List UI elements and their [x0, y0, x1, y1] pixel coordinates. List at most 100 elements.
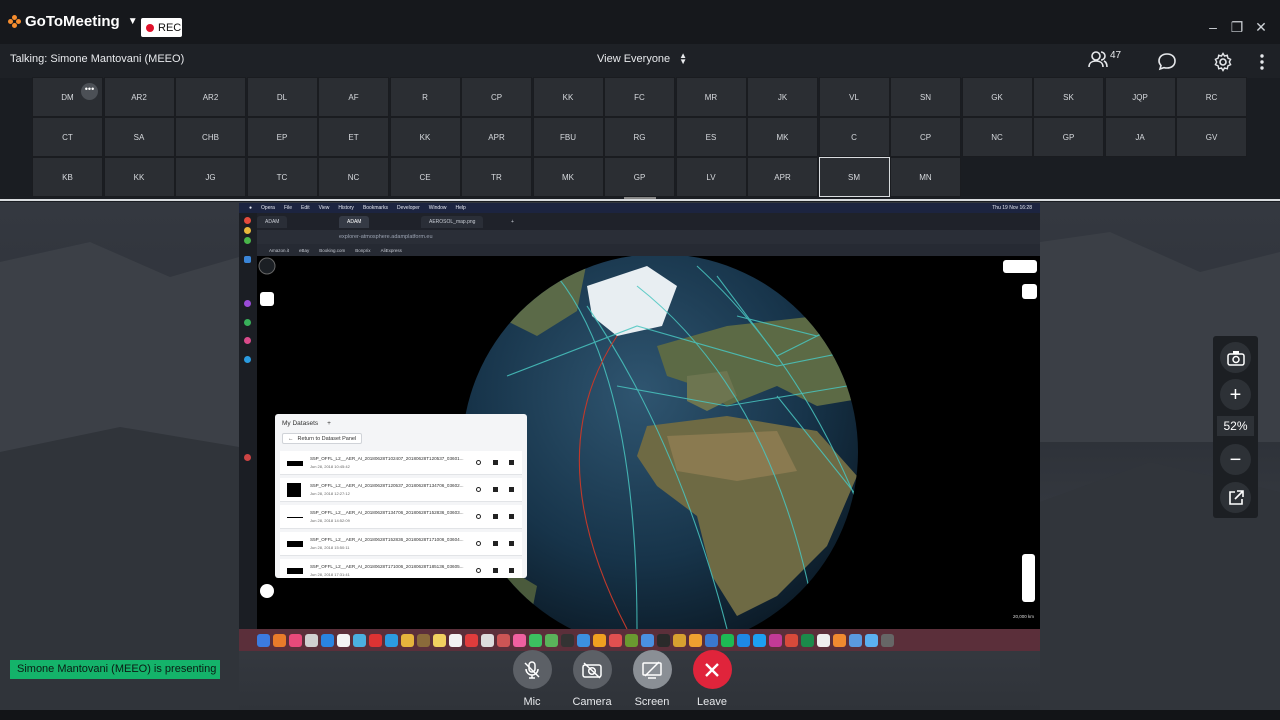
layers-button[interactable] — [260, 292, 274, 306]
attendee-tile[interactable]: DM ••• — [32, 77, 103, 117]
screen-button[interactable] — [632, 650, 672, 689]
zoom-in-button[interactable]: + — [1220, 379, 1251, 410]
stop-icon[interactable] — [493, 568, 498, 573]
minimize-button[interactable]: – — [1204, 19, 1222, 35]
maximize-button[interactable]: ❐ — [1228, 19, 1246, 35]
attendee-tile[interactable]: TC — [246, 157, 318, 197]
view-selector[interactable]: View Everyone ▲ ▼ — [597, 52, 687, 66]
file-icon[interactable] — [509, 487, 514, 492]
target-icon[interactable] — [476, 514, 481, 519]
close-window-button[interactable]: ✕ — [1252, 19, 1270, 35]
attendee-tile[interactable]: CP — [461, 77, 532, 117]
attendee-tile[interactable]: DL — [246, 77, 318, 117]
attendees-button[interactable]: 47 — [1088, 50, 1121, 68]
attendee-tile[interactable]: GV — [1176, 117, 1247, 157]
dataset-row[interactable]: S5P_OFFL_L2__AER_AI_20180628T102407_2018… — [280, 451, 522, 475]
attendee-tile[interactable]: GK — [961, 77, 1033, 117]
attendee-tile[interactable]: ET — [318, 117, 389, 157]
attendee-tile[interactable]: NC — [961, 117, 1033, 157]
file-icon[interactable] — [509, 568, 514, 573]
attendee-tile[interactable]: NC — [318, 157, 389, 197]
attendee-tile[interactable]: JG — [175, 157, 246, 197]
target-icon[interactable] — [476, 568, 481, 573]
attendee-tile[interactable]: KK — [103, 157, 175, 197]
attendee-tile[interactable]: ES — [675, 117, 747, 157]
screenshot-button[interactable] — [1220, 342, 1251, 373]
attendee-tile[interactable]: SK — [1033, 77, 1104, 117]
attendee-tile[interactable]: RC — [1176, 77, 1247, 117]
attendee-tile[interactable]: JK — [747, 77, 818, 117]
attendee-tile[interactable]: JA — [1104, 117, 1176, 157]
attendee-tile[interactable]: AR2 — [175, 77, 246, 117]
shared-screen[interactable]: ● Opera File Edit View History Bookmarks… — [239, 203, 1040, 651]
stop-icon[interactable] — [493, 541, 498, 546]
stop-icon[interactable] — [493, 487, 498, 492]
dataset-row[interactable]: S5P_OFFL_L2__AER_AI_20180628T171006_2018… — [280, 559, 522, 578]
camera-control[interactable]: Camera — [569, 650, 615, 708]
attendee-tile[interactable]: EP — [246, 117, 318, 157]
attendee-tile[interactable]: CT — [32, 117, 103, 157]
app-logo[interactable]: GoToMeeting ▼ — [8, 13, 138, 30]
attendee-tile[interactable]: KK — [532, 77, 604, 117]
attendee-tile[interactable]: CP — [890, 117, 961, 157]
leave-button[interactable] — [692, 650, 732, 689]
attendee-tile[interactable]: TR — [461, 157, 532, 197]
attendee-tile[interactable]: MR — [675, 77, 747, 117]
attendee-tile[interactable]: SN — [890, 77, 961, 117]
map-zoom-controls[interactable] — [1022, 554, 1035, 602]
help-user-menu[interactable] — [1003, 260, 1037, 273]
more-vertical-icon[interactable] — [1252, 52, 1272, 72]
attendee-tile[interactable]: C — [818, 117, 890, 157]
pop-out-button[interactable] — [1220, 482, 1251, 513]
attendee-tile[interactable]: KK — [389, 117, 461, 157]
stop-icon[interactable] — [493, 460, 498, 465]
info-button[interactable] — [260, 584, 274, 598]
settings-gear-icon[interactable] — [1213, 52, 1233, 72]
attendee-tile[interactable]: CE — [389, 157, 461, 197]
attendee-tile[interactable]: APR — [461, 117, 532, 157]
attendee-tile[interactable]: FC — [604, 77, 675, 117]
attendee-tile[interactable]: AF — [318, 77, 389, 117]
attendee-tile[interactable]: MN — [890, 157, 961, 197]
attendee-tile[interactable]: LV — [675, 157, 747, 197]
attendee-tile[interactable]: GP — [1033, 117, 1104, 157]
dataset-row[interactable]: S5P_OFFL_L2__AER_AI_20180628T152836_2018… — [280, 532, 522, 556]
attendee-tile[interactable]: KB — [32, 157, 103, 197]
edit-pencil-icon[interactable] — [1022, 284, 1037, 299]
camera-button[interactable] — [572, 650, 612, 689]
grid-resize-handle[interactable] — [624, 197, 656, 199]
dataset-row[interactable]: S5P_OFFL_L2__AER_AI_20180628T120537_2018… — [280, 478, 522, 502]
app-menu-caret-icon[interactable]: ▼ — [128, 16, 138, 27]
globe-viewport[interactable]: 20,000 km My Datasets + ← Return to Data… — [257, 256, 1040, 629]
attendee-tile[interactable]: SA — [103, 117, 175, 157]
attendee-tile[interactable]: MK — [532, 157, 604, 197]
file-icon[interactable] — [509, 460, 514, 465]
add-dataset-button[interactable]: + — [327, 420, 331, 427]
attendee-tile[interactable]: JQP — [1104, 77, 1176, 117]
target-icon[interactable] — [476, 460, 481, 465]
target-icon[interactable] — [476, 541, 481, 546]
attendee-tile[interactable]: GP — [604, 157, 675, 197]
stop-icon[interactable] — [493, 514, 498, 519]
attendee-tile[interactable]: APR — [747, 157, 818, 197]
dataset-row[interactable]: S5P_OFFL_L2__AER_AI_20180628T134706_2018… — [280, 505, 522, 529]
screen-control[interactable]: Screen — [629, 650, 675, 708]
mic-control[interactable]: Mic — [509, 650, 555, 708]
attendee-tile[interactable]: SM — [818, 157, 890, 197]
attendee-tile[interactable]: AR2 — [103, 77, 175, 117]
attendee-tile[interactable]: CHB — [175, 117, 246, 157]
attendee-tile[interactable]: VL — [818, 77, 890, 117]
attendee-tile[interactable]: FBU — [532, 117, 604, 157]
file-icon[interactable] — [509, 541, 514, 546]
leave-control[interactable]: Leave — [689, 650, 735, 708]
zoom-out-button[interactable]: − — [1220, 444, 1251, 475]
chat-icon[interactable] — [1157, 52, 1177, 72]
file-icon[interactable] — [509, 514, 514, 519]
attendee-tile[interactable]: RG — [604, 117, 675, 157]
attendee-tile[interactable]: R — [389, 77, 461, 117]
target-icon[interactable] — [476, 487, 481, 492]
attendee-tile[interactable]: MK — [747, 117, 818, 157]
recording-badge[interactable]: REC — [141, 18, 182, 37]
mic-button[interactable] — [512, 650, 552, 689]
more-options-icon[interactable]: ••• — [81, 83, 98, 100]
